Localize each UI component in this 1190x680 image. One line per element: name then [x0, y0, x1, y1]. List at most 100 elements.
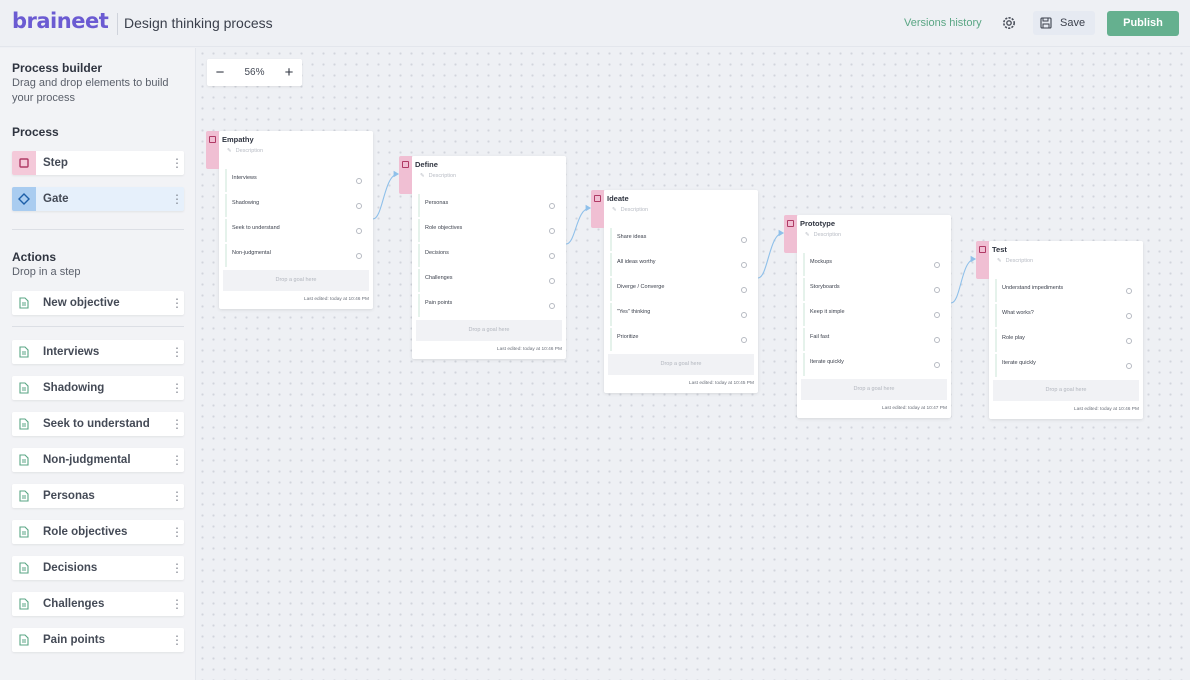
objective-status-icon[interactable]: [741, 287, 747, 293]
sidebar-item-objective[interactable]: Decisions ⋮: [12, 556, 184, 580]
connector-arrow[interactable]: [372, 170, 400, 220]
step-type-tab[interactable]: [591, 190, 604, 228]
step-title[interactable]: Ideate: [607, 194, 629, 203]
goal-drop-zone[interactable]: Drop a goal here: [223, 270, 369, 291]
step-objective-row[interactable]: Seek to understand: [225, 219, 369, 242]
objective-status-icon[interactable]: [1126, 338, 1132, 344]
sidebar-item-objective[interactable]: Role objectives ⋮: [12, 520, 184, 544]
step-objective-row[interactable]: Storyboards: [803, 278, 947, 301]
kebab-menu-icon[interactable]: ⋮: [170, 291, 184, 315]
objective-status-icon[interactable]: [549, 203, 555, 209]
sidebar-item-objective[interactable]: Non-judgmental ⋮: [12, 448, 184, 472]
publish-button[interactable]: Publish: [1107, 11, 1179, 36]
kebab-menu-icon[interactable]: ⋮: [170, 340, 184, 364]
objective-status-icon[interactable]: [741, 237, 747, 243]
objective-status-icon[interactable]: [356, 178, 362, 184]
versions-history-link[interactable]: Versions history: [904, 17, 982, 29]
step-type-tab[interactable]: [976, 241, 989, 279]
objective-status-icon[interactable]: [934, 312, 940, 318]
step-card[interactable]: Empathy ✎ Description Interviews Shadowing Se…: [206, 131, 373, 309]
step-objective-row[interactable]: Challenges: [418, 269, 562, 292]
objective-status-icon[interactable]: [1126, 288, 1132, 294]
kebab-menu-icon[interactable]: ⋮: [170, 592, 184, 616]
step-description[interactable]: ✎ Description: [227, 148, 263, 154]
step-objective-row[interactable]: Interviews: [225, 169, 369, 192]
connector-arrow[interactable]: [757, 229, 785, 279]
step-title[interactable]: Empathy: [222, 135, 254, 144]
kebab-menu-icon[interactable]: ⋮: [170, 376, 184, 400]
step-title[interactable]: Prototype: [800, 219, 835, 228]
goal-drop-zone[interactable]: Drop a goal here: [801, 379, 947, 400]
step-description[interactable]: ✎ Description: [612, 207, 648, 213]
goal-drop-zone[interactable]: Drop a goal here: [993, 380, 1139, 401]
sidebar-item-objective[interactable]: Challenges ⋮: [12, 592, 184, 616]
kebab-menu-icon[interactable]: ⋮: [170, 628, 184, 652]
connector-arrow[interactable]: [565, 204, 592, 245]
step-objective-row[interactable]: Mockups: [803, 253, 947, 276]
kebab-menu-icon[interactable]: ⋮: [170, 151, 184, 175]
step-card[interactable]: Test ✎ Description Understand impediments Wh…: [976, 241, 1143, 419]
objective-status-icon[interactable]: [934, 337, 940, 343]
sidebar-item-objective[interactable]: Personas ⋮: [12, 484, 184, 508]
app-logo[interactable]: braineet: [12, 9, 109, 33]
step-type-tab[interactable]: [784, 215, 797, 253]
step-card[interactable]: Define ✎ Description Personas Role objective…: [399, 156, 566, 359]
step-description[interactable]: ✎ Description: [997, 258, 1033, 264]
kebab-menu-icon[interactable]: ⋮: [170, 412, 184, 436]
step-objective-row[interactable]: Understand impediments: [995, 279, 1139, 302]
step-objective-row[interactable]: Diverge / Converge: [610, 278, 754, 301]
sidebar-item-objective[interactable]: Shadowing ⋮: [12, 376, 184, 400]
objective-status-icon[interactable]: [1126, 363, 1132, 369]
sidebar-item-gate[interactable]: Gate ⋮: [12, 187, 184, 211]
goal-drop-zone[interactable]: Drop a goal here: [416, 320, 562, 341]
step-objective-row[interactable]: Keep it simple: [803, 303, 947, 326]
step-type-tab[interactable]: [206, 131, 219, 169]
kebab-menu-icon[interactable]: ⋮: [170, 484, 184, 508]
sidebar-item-objective[interactable]: Interviews ⋮: [12, 340, 184, 364]
goal-drop-zone[interactable]: Drop a goal here: [608, 354, 754, 375]
step-objective-row[interactable]: Pain points: [418, 294, 562, 317]
step-objective-row[interactable]: Iterate quickly: [803, 353, 947, 376]
step-description[interactable]: ✎ Description: [805, 232, 841, 238]
step-description[interactable]: ✎ Description: [420, 173, 456, 179]
step-objective-row[interactable]: Shadowing: [225, 194, 369, 217]
objective-status-icon[interactable]: [1126, 313, 1132, 319]
objective-status-icon[interactable]: [741, 337, 747, 343]
step-objective-row[interactable]: Personas: [418, 194, 562, 217]
objective-status-icon[interactable]: [741, 312, 747, 318]
sidebar-item-step[interactable]: Step ⋮: [12, 151, 184, 175]
step-objective-row[interactable]: "Yes" thinking: [610, 303, 754, 326]
step-objective-row[interactable]: Share ideas: [610, 228, 754, 251]
step-title[interactable]: Define: [415, 160, 438, 169]
step-objective-row[interactable]: Prioritize: [610, 328, 754, 351]
step-objective-row[interactable]: Non-judgmental: [225, 244, 369, 267]
objective-status-icon[interactable]: [356, 253, 362, 259]
step-objective-row[interactable]: Decisions: [418, 244, 562, 267]
kebab-menu-icon[interactable]: ⋮: [170, 448, 184, 472]
step-objective-row[interactable]: Role objectives: [418, 219, 562, 242]
step-objective-row[interactable]: Role play: [995, 329, 1139, 352]
objective-status-icon[interactable]: [934, 362, 940, 368]
step-card[interactable]: Prototype ✎ Description Mockups Storyboards K…: [784, 215, 951, 418]
step-objective-row[interactable]: All ideas worthy: [610, 253, 754, 276]
step-objective-row[interactable]: Iterate quickly: [995, 354, 1139, 377]
step-objective-row[interactable]: Fail fast: [803, 328, 947, 351]
step-title[interactable]: Test: [992, 245, 1007, 254]
step-objective-row[interactable]: What works?: [995, 304, 1139, 327]
sidebar-item-objective[interactable]: Pain points ⋮: [12, 628, 184, 652]
zoom-in-button[interactable]: +: [283, 64, 295, 81]
objective-status-icon[interactable]: [934, 287, 940, 293]
step-card[interactable]: Ideate ✎ Description Share ideas All ideas w…: [591, 190, 758, 393]
step-type-tab[interactable]: [399, 156, 412, 194]
kebab-menu-icon[interactable]: ⋮: [170, 187, 184, 211]
objective-status-icon[interactable]: [741, 262, 747, 268]
objective-status-icon[interactable]: [549, 228, 555, 234]
zoom-out-button[interactable]: −: [214, 64, 226, 81]
objective-status-icon[interactable]: [549, 253, 555, 259]
process-canvas[interactable]: − 56% + Empathy ✎ Description Interviews Sha…: [197, 48, 1190, 680]
objective-status-icon[interactable]: [549, 303, 555, 309]
sidebar-item-objective[interactable]: Seek to understand ⋮: [12, 412, 184, 436]
sidebar-item-new-objective[interactable]: New objective ⋮: [12, 291, 184, 315]
settings-gear-icon[interactable]: [1000, 14, 1018, 32]
save-button[interactable]: Save: [1033, 11, 1095, 35]
